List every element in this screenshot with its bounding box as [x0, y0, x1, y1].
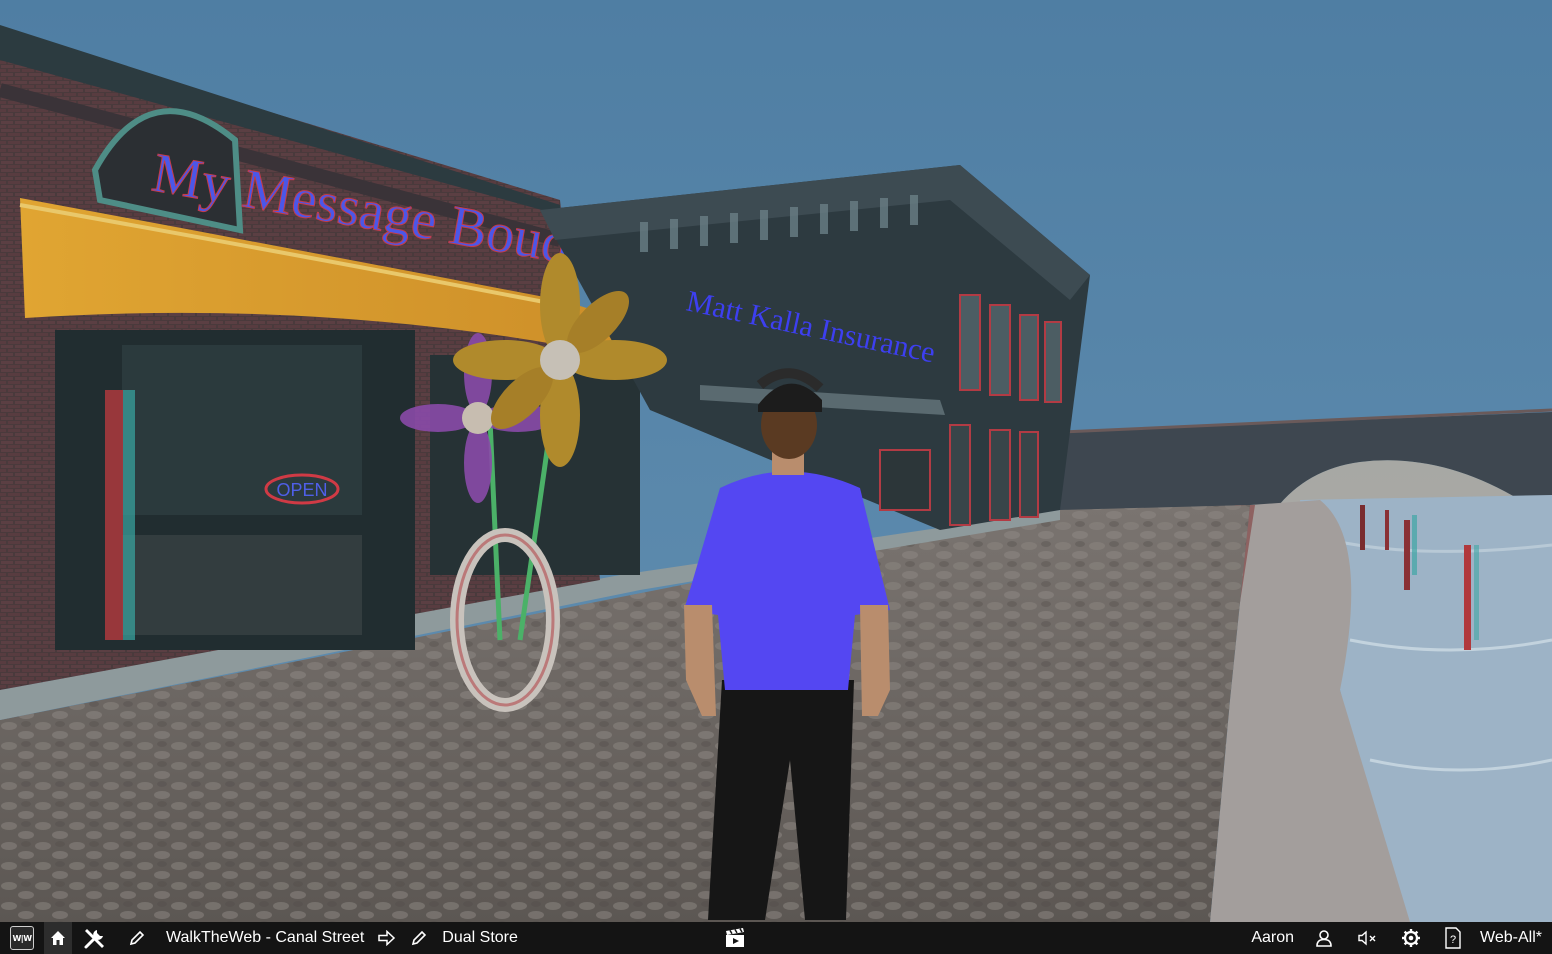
go-to-building-button[interactable] — [370, 922, 404, 954]
edit-community-button[interactable] — [118, 922, 156, 954]
help-button[interactable]: ? — [1432, 922, 1474, 954]
3d-world-viewport[interactable]: OPEN My Message Bouquet Matt Kalla Insur… — [0, 0, 1552, 922]
arrow-right-icon — [378, 930, 396, 946]
user-name-link[interactable]: Aaron — [1245, 922, 1304, 954]
settings-button[interactable] — [1390, 922, 1432, 954]
edit-building-button[interactable] — [404, 922, 434, 954]
help-icon: ? — [1445, 927, 1461, 949]
user-profile-button[interactable] — [1304, 922, 1344, 954]
home-icon — [51, 931, 65, 945]
pencil-icon — [412, 930, 427, 946]
pencil-icon — [129, 930, 145, 946]
mute-audio-button[interactable] — [1344, 922, 1390, 954]
home-button[interactable] — [44, 922, 72, 954]
web-mode-selector[interactable]: Web-All* — [1474, 922, 1552, 954]
walktheweb-logo-button[interactable]: W|W — [0, 922, 44, 954]
tools-icon — [84, 929, 104, 949]
admin-tools-button[interactable] — [72, 922, 118, 954]
camera-view-button[interactable] — [720, 922, 750, 954]
bottom-toolbar: W|W WalkTheWeb - Canal Street Dual Store — [0, 922, 1552, 954]
svg-text:?: ? — [1450, 934, 1456, 946]
open-neon-sign: OPEN — [276, 480, 327, 500]
settings-gear-icon — [1402, 929, 1421, 947]
building-name-link[interactable]: Dual Store — [434, 922, 524, 954]
scene-canvas[interactable]: OPEN My Message Bouquet Matt Kalla Insur… — [0, 0, 1552, 922]
community-name-link[interactable]: WalkTheWeb - Canal Street — [156, 922, 370, 954]
user-icon — [1316, 930, 1332, 947]
mute-icon — [1358, 930, 1376, 946]
clapperboard-icon — [725, 928, 744, 947]
walktheweb-logo-icon: W|W — [10, 926, 34, 950]
